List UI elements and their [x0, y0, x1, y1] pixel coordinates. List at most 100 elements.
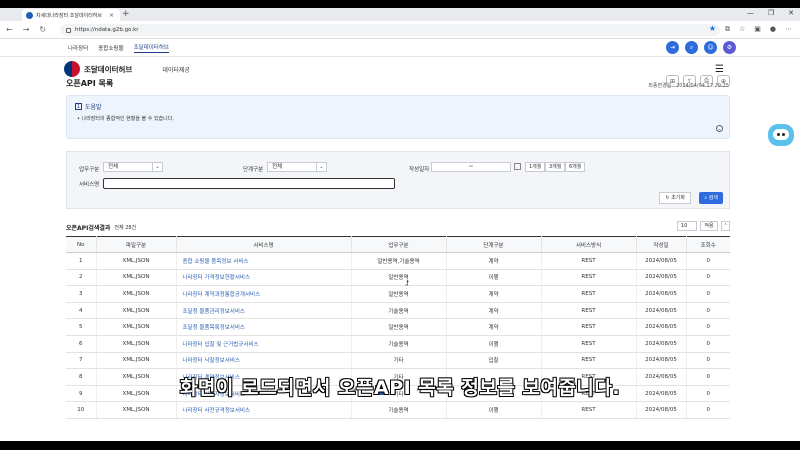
table-cell: 0: [685, 285, 730, 303]
profile-icon[interactable]: ●: [770, 25, 776, 34]
minimize-button[interactable]: —: [747, 9, 754, 17]
service-link[interactable]: 나라장터 사전규격정보서비스: [175, 401, 351, 419]
gnb-item-datahub[interactable]: 조달데이터허브: [133, 43, 169, 53]
per-page-select[interactable]: 10: [677, 221, 697, 231]
table-header-row: No 파일구분 서비스명 업무구분 단계구분 서비스방식 작성일 조회수: [66, 236, 730, 253]
table-cell: XML,JSON: [95, 252, 176, 270]
table-row[interactable]: 1 XML,JSON 종합 쇼핑몰 품목정보 서비스 일반용역,기술용역 계약 REST 2…: [66, 252, 730, 270]
new-tab-button[interactable]: +: [122, 9, 130, 19]
government-logo-icon[interactable]: [64, 61, 80, 77]
extensions-icon[interactable]: ⧉: [725, 25, 730, 34]
service-link[interactable]: 나라장터 입찰 및 근거법규서비스: [175, 335, 351, 353]
stage-select[interactable]: 전체 ⌄: [267, 162, 327, 172]
period-6m-button[interactable]: 6개월: [565, 162, 586, 172]
table-cell: XML,JSON: [95, 352, 176, 370]
calendar-icon[interactable]: [514, 163, 521, 170]
service-link[interactable]: 나라장터 낙찰정보서비스: [175, 352, 351, 370]
table-row[interactable]: 7 XML,JSON 나라장터 낙찰정보서비스 기타 입찰 REST 2024/08/05 0: [66, 352, 730, 370]
table-row[interactable]: 2 XML,JSON 나라장터 가격정보현황서비스 일반용역 이행 REST 2024/08…: [66, 269, 730, 287]
search-icon[interactable]: ⌕: [685, 41, 698, 54]
service-link[interactable]: 나라장터 계약과정통합공개서비스: [175, 285, 351, 303]
login-icon[interactable]: ⇥: [666, 41, 679, 54]
work-type-select[interactable]: 전체 ⌄: [103, 162, 163, 172]
column-header: 파일구분: [95, 236, 176, 253]
table-cell: REST: [540, 269, 636, 287]
reset-label: 초기화: [671, 195, 685, 201]
reload-icon[interactable]: ↻: [39, 25, 46, 34]
table-cell: 기타: [350, 352, 446, 370]
table-cell: XML,JSON: [95, 302, 176, 320]
service-link[interactable]: 나라장터 가격정보현황서비스: [175, 269, 351, 287]
table-cell: 2024/08/05: [635, 401, 686, 419]
table-row[interactable]: 5 XML,JSON 조달청 물품목록정보서비스 일반용역 계약 REST 2024/08/…: [66, 318, 730, 336]
table-cell: 계약: [445, 318, 541, 336]
service-name-input[interactable]: [103, 178, 395, 189]
results-header: 오픈API검색결과 전체 28건 10 적용 ⌃: [66, 221, 730, 233]
browser-tab[interactable]: 차세대나라장터 조달데이터허브 ×: [22, 9, 120, 21]
service-link[interactable]: 조달청 물품목록정보서비스: [175, 318, 351, 336]
collections-icon[interactable]: ▣: [754, 25, 761, 34]
close-window-button[interactable]: ✕: [788, 9, 794, 17]
table-cell: 기술용역: [350, 401, 446, 419]
tab-title: 차세대나라장터 조달데이터허브: [36, 12, 102, 19]
gnb-item-narajangteo[interactable]: 나라장터: [68, 44, 88, 52]
column-header: 서비스방식: [540, 236, 636, 253]
table-cell: 4: [66, 302, 96, 320]
reset-button[interactable]: ↻ 초기화: [659, 192, 691, 204]
apply-button[interactable]: 적용: [700, 221, 718, 231]
service-link[interactable]: 종합 쇼핑몰 품목정보 서비스: [175, 252, 351, 270]
service-link[interactable]: 조달청 물품관리정보서비스: [175, 302, 351, 320]
table-row[interactable]: 6 XML,JSON 나라장터 입찰 및 근거법규서비스 기술용역 이행 REST 2024…: [66, 335, 730, 353]
settings-icon[interactable]: ⚙: [723, 41, 736, 54]
table-cell: 입찰: [445, 352, 541, 370]
chatbot-robot-icon[interactable]: [768, 124, 794, 146]
table-row[interactable]: 4 XML,JSON 조달청 물품관리정보서비스 기술용역 계약 REST 2024/08/…: [66, 302, 730, 320]
table-cell: 2024/08/05: [635, 252, 686, 270]
collapse-chevron-icon[interactable]: ⌄: [716, 125, 723, 132]
tab-close-icon[interactable]: ×: [109, 12, 114, 19]
forward-icon[interactable]: →: [23, 25, 30, 34]
table-cell: REST: [540, 401, 636, 419]
table-cell: XML,JSON: [95, 401, 176, 419]
table-row[interactable]: 3 XML,JSON 나라장터 계약과정통합공개서비스 일반용역 계약 REST 2024/…: [66, 285, 730, 303]
window-controls: — ❐ ✕: [747, 9, 794, 17]
results-count: 전체 28건: [114, 224, 137, 231]
menu-data-provision[interactable]: 데이터제공: [162, 65, 190, 74]
period-3m-button[interactable]: 3개월: [545, 162, 566, 172]
favorites-icon[interactable]: ☆: [739, 25, 745, 34]
table-cell: 0: [685, 352, 730, 370]
search-label: 검색: [708, 195, 718, 201]
user-icon[interactable]: ☺: [704, 41, 717, 54]
search-button[interactable]: ⌕ 검색: [699, 192, 723, 204]
more-icon[interactable]: ⋯: [785, 25, 792, 34]
table-cell: 0: [685, 269, 730, 287]
url-bar[interactable]: https://ndata.g2b.go.kr: [60, 24, 720, 36]
url-text: https://ndata.g2b.go.kr: [75, 27, 139, 33]
period-1m-button[interactable]: 1개월: [525, 162, 546, 172]
date-range-input[interactable]: ~: [431, 162, 511, 172]
table-cell: 일반용역,기술용역: [350, 252, 446, 270]
mouse-cursor-icon: ⮥: [405, 279, 410, 287]
site-logo-text[interactable]: 조달데이터허브: [84, 64, 132, 75]
gnb-item-shoppingmall[interactable]: 종합쇼핑몰: [98, 44, 123, 52]
table-row[interactable]: 10 XML,JSON 나라장터 사전규격정보서비스 기술용역 이행 REST 2024/0…: [66, 401, 730, 419]
chevron-down-icon: ⌄: [316, 163, 326, 171]
column-header: 서비스명: [175, 236, 351, 253]
video-subtitle: 화면이 로드되면서 오픈API 목록 정보를 보여줍니다.: [179, 376, 621, 399]
table-cell: 2024/08/05: [635, 318, 686, 336]
table-cell: 10: [66, 401, 96, 419]
date-label: 작성일자: [409, 167, 430, 173]
screen-frame: 차세대나라장터 조달데이터허브 × + — ❐ ✕ ← → ↻ https://…: [0, 0, 800, 450]
help-box: 최종변경일 : 2024/04/04 17:29:25 1 도움말 • 나라장터…: [66, 83, 730, 139]
table-cell: 일반용역: [350, 285, 446, 303]
table-cell: 기술용역: [350, 335, 446, 353]
scroll-up-icon[interactable]: ⌃: [721, 221, 730, 231]
hamburger-menu-icon[interactable]: ☰: [715, 64, 724, 75]
maximize-button[interactable]: ❐: [768, 9, 774, 17]
table-cell: 1: [66, 252, 96, 270]
table-cell: 2024/08/05: [635, 335, 686, 353]
table-cell: 일반용역: [350, 269, 446, 287]
back-icon[interactable]: ←: [6, 25, 13, 34]
favorite-star-icon[interactable]: ★: [709, 24, 716, 33]
table-cell: 2024/08/05: [635, 302, 686, 320]
